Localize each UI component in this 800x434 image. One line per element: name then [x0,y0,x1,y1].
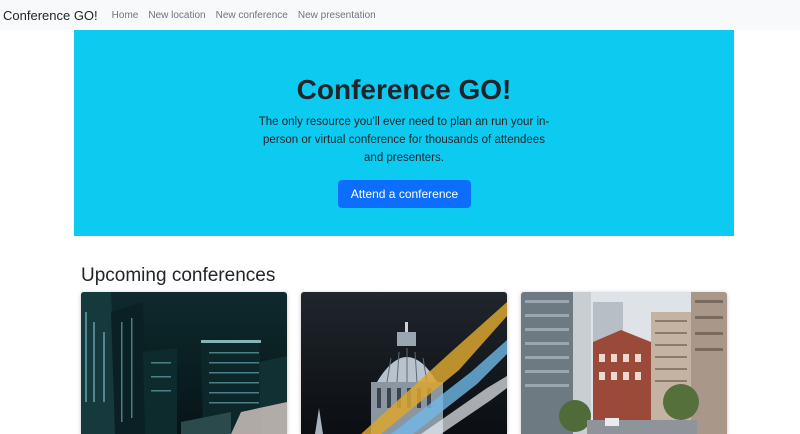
nav-link-new-presentation[interactable]: New presentation [298,10,376,21]
nav-links: Home New location New conference New pre… [112,10,386,21]
hero-banner: Conference GO! The only resource you'll … [74,30,734,236]
hero-lead: The only resource you'll ever need to pl… [258,116,550,164]
nav-link-home[interactable]: Home [112,10,139,21]
conference-image-night-skyline [81,292,287,434]
navbar-brand[interactable]: Conference GO! [3,8,98,23]
attend-conference-button[interactable]: Attend a conference [338,180,471,208]
top-navbar: Conference GO! Home New location New con… [0,0,800,30]
conference-card[interactable] [301,292,507,434]
conference-card[interactable] [81,292,287,434]
nav-link-new-location[interactable]: New location [148,10,205,21]
conference-card[interactable] [521,292,727,434]
conference-image-dome-night [301,292,507,434]
nav-link-new-conference[interactable]: New conference [216,10,288,21]
hero-title: Conference GO! [296,74,512,105]
conference-image-city-street [521,292,727,434]
upcoming-conferences-heading: Upcoming conferences [81,265,276,286]
